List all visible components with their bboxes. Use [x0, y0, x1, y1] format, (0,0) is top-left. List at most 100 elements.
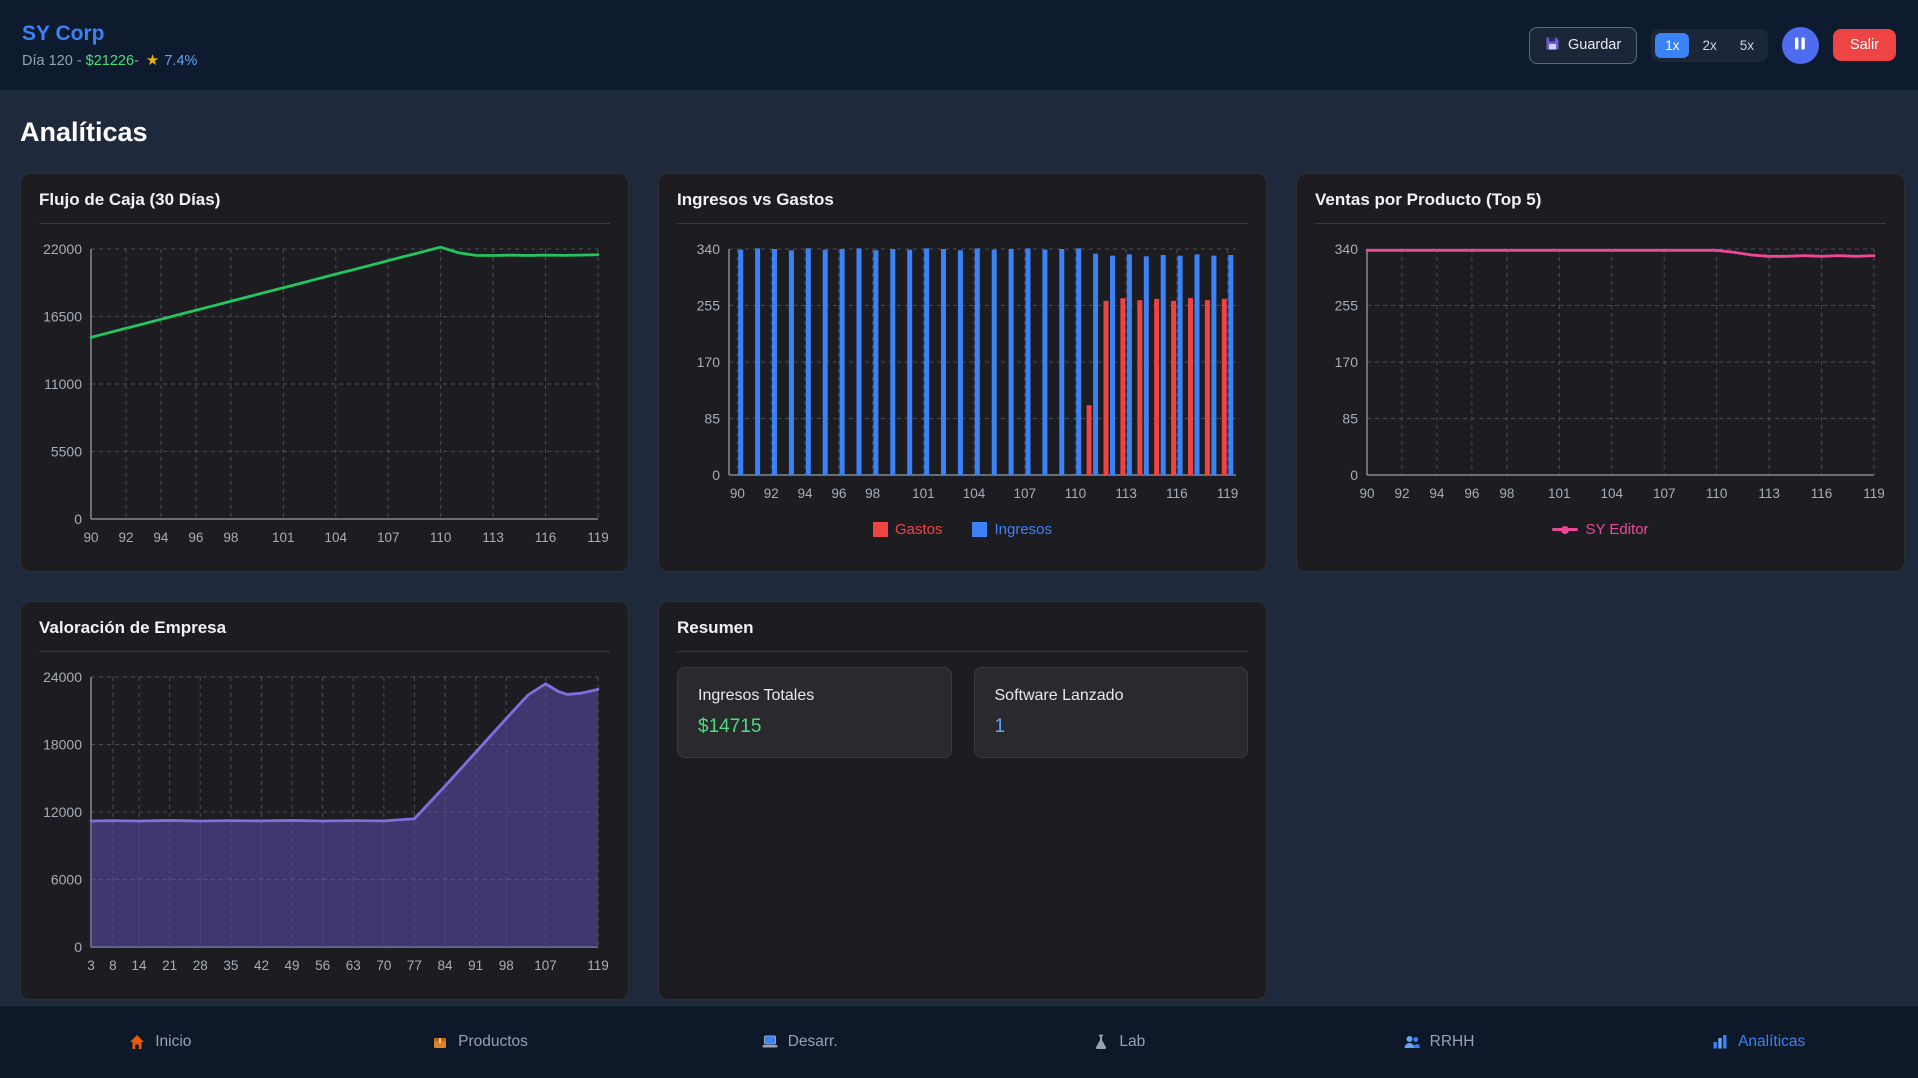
- svg-text:12000: 12000: [43, 804, 82, 820]
- svg-text:22000: 22000: [43, 241, 82, 257]
- card-title-valoracion: Valoración de Empresa: [39, 618, 610, 652]
- svg-text:96: 96: [1464, 486, 1479, 501]
- svg-text:119: 119: [1217, 486, 1239, 501]
- nav-label: Desarr.: [787, 1033, 838, 1050]
- svg-text:96: 96: [831, 486, 846, 501]
- separator: -: [134, 52, 139, 69]
- svg-text:28: 28: [193, 958, 208, 973]
- star-icon: ★: [145, 51, 160, 69]
- svg-text:0: 0: [1350, 467, 1358, 483]
- nav-item-inicio[interactable]: Inicio: [0, 1006, 320, 1078]
- svg-text:92: 92: [1394, 486, 1409, 501]
- card-title-flujo-caja: Flujo de Caja (30 Días): [39, 190, 610, 224]
- svg-text:85: 85: [1342, 411, 1358, 427]
- svg-text:107: 107: [534, 958, 557, 973]
- svg-text:18000: 18000: [43, 737, 82, 753]
- svg-text:56: 56: [315, 958, 330, 973]
- svg-text:113: 113: [1758, 486, 1780, 501]
- svg-text:21: 21: [162, 958, 177, 973]
- pause-icon: [1794, 37, 1806, 53]
- stat-ingresos-totales: Ingresos Totales $14715: [677, 667, 952, 758]
- svg-text:3: 3: [87, 958, 95, 973]
- nav-item-analiticas[interactable]: Analíticas: [1598, 1006, 1918, 1078]
- svg-text:70: 70: [376, 958, 391, 973]
- svg-text:116: 116: [535, 530, 557, 545]
- bar-chart-icon: [1711, 1033, 1729, 1051]
- income-vs-expenses-legend: Gastos Ingresos: [677, 521, 1248, 538]
- svg-text:24000: 24000: [43, 669, 82, 685]
- analytics-page: Analíticas Flujo de Caja (30 Días) 0 5500…: [0, 117, 1918, 1000]
- flask-icon: [1092, 1033, 1110, 1051]
- speed-5x-button[interactable]: 5x: [1730, 33, 1764, 58]
- svg-text:110: 110: [1706, 486, 1728, 501]
- svg-text:90: 90: [730, 486, 745, 501]
- card-resumen: Resumen Ingresos Totales $14715 Software…: [658, 601, 1267, 1000]
- speed-2x-button[interactable]: 2x: [1692, 33, 1726, 58]
- legend-item-gastos[interactable]: Gastos: [872, 521, 942, 538]
- svg-text:170: 170: [1335, 354, 1359, 370]
- speed-1x-button[interactable]: 1x: [1655, 32, 1690, 58]
- stat-label: Software Lanzado: [994, 687, 1124, 704]
- card-flujo-caja: Flujo de Caja (30 Días) 0 5500 11000 16500 2…: [20, 173, 629, 572]
- svg-text:101: 101: [1548, 486, 1571, 501]
- nav-item-lab[interactable]: Lab: [959, 1006, 1279, 1078]
- svg-text:119: 119: [587, 530, 609, 545]
- day-label: Día 120 -: [22, 52, 86, 69]
- svg-text:110: 110: [1065, 486, 1087, 501]
- nav-item-productos[interactable]: Productos: [320, 1006, 640, 1078]
- svg-text:0: 0: [74, 939, 82, 955]
- card-title-resumen: Resumen: [677, 618, 1248, 652]
- card-ingresos-gastos: Ingresos vs Gastos 0 85 170 255 340 90 92 94 96 9…: [658, 173, 1267, 572]
- svg-text:42: 42: [254, 958, 269, 973]
- svg-text:107: 107: [1653, 486, 1676, 501]
- stat-label: Ingresos Totales: [698, 687, 815, 704]
- save-button-label: Guardar: [1567, 37, 1622, 53]
- income-vs-expenses-chart: 0 85 170 255 340 90 92 94 96 98 101 104 107 110 113 116…: [697, 241, 1239, 501]
- svg-text:104: 104: [324, 530, 347, 545]
- nav-label: Inicio: [155, 1033, 192, 1050]
- company-status: Día 120 - $21226- ★ 7.4%: [22, 51, 197, 69]
- save-button[interactable]: Guardar: [1528, 26, 1638, 64]
- svg-text:0: 0: [712, 467, 720, 483]
- card-valoracion: Valoración de Empresa 0 6000 12000 18000 240…: [20, 601, 629, 1000]
- laptop-icon: [761, 1033, 779, 1051]
- summary-stats: Ingresos Totales $14715 Software Lanzado…: [677, 667, 1248, 758]
- rating-value: 7.4%: [164, 52, 198, 69]
- bottom-nav: Inicio Productos Desarr. Lab RRHH Analít…: [0, 1005, 1918, 1078]
- svg-text:94: 94: [153, 530, 169, 545]
- nav-label: RRHH: [1429, 1033, 1475, 1050]
- svg-text:119: 119: [1863, 486, 1885, 501]
- svg-text:340: 340: [697, 241, 721, 257]
- svg-text:94: 94: [798, 486, 814, 501]
- svg-text:119: 119: [587, 958, 609, 973]
- svg-text:98: 98: [499, 958, 514, 973]
- exit-button[interactable]: Salir: [1832, 29, 1896, 61]
- nav-item-rrhh[interactable]: RRHH: [1279, 1006, 1599, 1078]
- svg-text:113: 113: [482, 530, 504, 545]
- svg-text:98: 98: [865, 486, 880, 501]
- svg-text:94: 94: [1429, 486, 1445, 501]
- pause-button[interactable]: [1781, 26, 1819, 64]
- stat-value: 1: [994, 716, 1006, 737]
- company-name: SY Corp: [22, 21, 105, 45]
- house-icon: [128, 1033, 146, 1051]
- svg-text:14: 14: [132, 958, 148, 973]
- page-title: Analíticas: [20, 117, 148, 147]
- package-icon: [431, 1033, 449, 1051]
- floppy-disk-icon: [1545, 36, 1560, 55]
- company-info: SY Corp Día 120 - $21226- ★ 7.4%: [22, 22, 197, 69]
- svg-text:101: 101: [912, 486, 935, 501]
- svg-text:110: 110: [430, 530, 452, 545]
- svg-text:0: 0: [74, 511, 82, 527]
- legend-item-ingresos[interactable]: Ingresos: [972, 521, 1052, 538]
- nav-item-desarrollo[interactable]: Desarr.: [639, 1006, 959, 1078]
- svg-text:6000: 6000: [51, 872, 82, 888]
- svg-text:107: 107: [1013, 486, 1036, 501]
- card-ventas-producto: Ventas por Producto (Top 5) 0 85 170 255 340…: [1296, 173, 1905, 572]
- svg-text:90: 90: [83, 530, 98, 545]
- legend-item-sy-editor[interactable]: SY Editor: [1552, 521, 1649, 538]
- svg-text:255: 255: [697, 298, 721, 314]
- company-valuation-chart: 0 6000 12000 18000 24000 3 8 14 21 28 35 42 49 56 63 70…: [43, 669, 609, 973]
- svg-text:340: 340: [1335, 241, 1359, 257]
- card-title-ingresos-gastos: Ingresos vs Gastos: [677, 190, 1248, 224]
